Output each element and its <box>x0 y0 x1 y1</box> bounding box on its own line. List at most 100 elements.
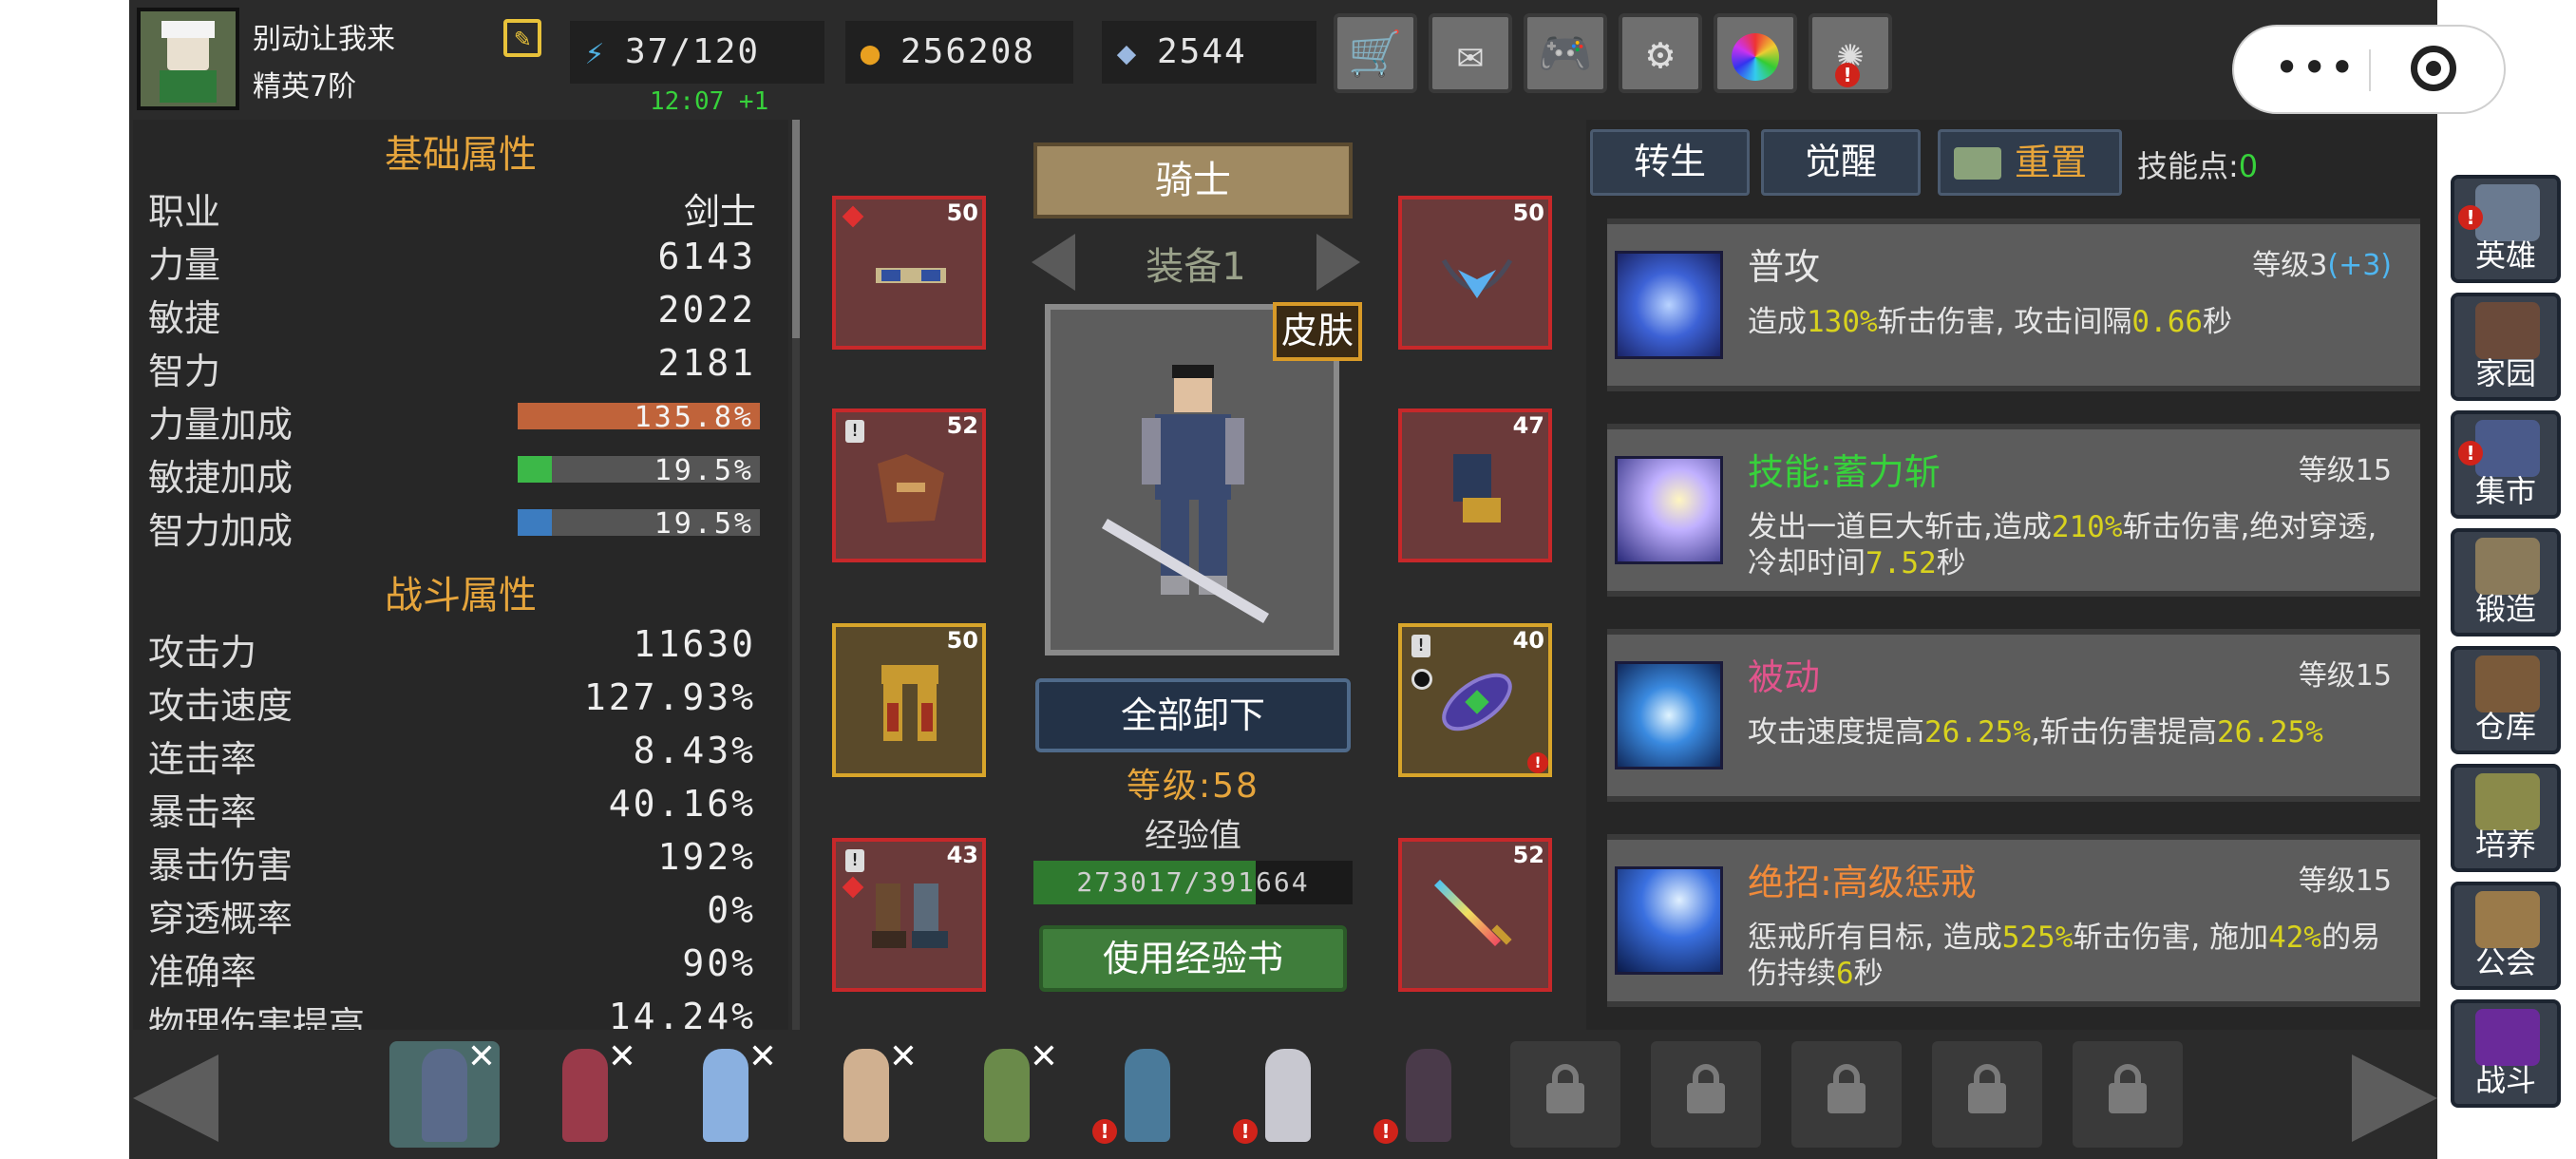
energy-counter[interactable]: ⚡ 37/120 <box>570 21 824 84</box>
remove-hero-icon[interactable]: ✕ <box>748 1037 777 1076</box>
equip-slot-ring[interactable]: ! 40 ! <box>1398 623 1552 777</box>
equip-slot-weapon[interactable]: 52 <box>1398 838 1552 992</box>
gamepad-button[interactable]: 🎮 <box>1524 13 1607 93</box>
hero-next-page-arrow-icon[interactable] <box>2352 1054 2437 1142</box>
close-target-icon[interactable] <box>2411 46 2456 91</box>
bonus-value: 19.5% <box>653 454 754 487</box>
equip-slot-pants[interactable]: 50 <box>832 623 986 777</box>
socket-icon <box>1411 669 1432 690</box>
equip-slot-helmet[interactable]: 50 <box>832 196 986 350</box>
stat-label: 穿透概率 <box>148 898 294 940</box>
skill-desc-highlight: 42% <box>2268 921 2322 955</box>
edit-name-icon[interactable]: ✎ <box>503 19 541 57</box>
events-button[interactable]: ✺ ! <box>1809 13 1892 93</box>
stat-label: 力量 <box>148 244 221 286</box>
remove-hero-icon[interactable]: ✕ <box>1030 1037 1058 1076</box>
mail-button[interactable]: ✉ <box>1429 13 1512 93</box>
skill-desc-highlight: 525% <box>2001 921 2074 955</box>
scrollbar-thumb[interactable] <box>792 120 800 338</box>
skill-desc-text: ,斩击伤害提高 <box>2030 715 2217 750</box>
combat-stats-title: 战斗属性 <box>385 574 537 618</box>
sword-icon <box>1434 880 1512 946</box>
equip-slot-armor[interactable]: ! 52 <box>832 408 986 562</box>
avatar-body <box>160 70 217 103</box>
awaken-button[interactable]: 觉醒 <box>1761 129 1921 196</box>
stat-row: 暴击率 40.16% <box>148 783 756 834</box>
bonus-bar: 19.5% <box>518 454 760 487</box>
rarity-gem-icon <box>842 205 864 228</box>
hero-warrior-woman[interactable]: ✕ <box>811 1037 921 1148</box>
rebirth-button[interactable]: 转生 <box>1590 129 1750 196</box>
skill-card-ultimate[interactable]: 绝招:高级惩戒 等级15 惩戒所有目标, 造成525%斩击伤害, 施加42%的易… <box>1607 834 2420 1007</box>
unequip-all-button[interactable]: 全部卸下 <box>1035 678 1351 752</box>
exp-value: 273017/391664 <box>1076 866 1310 898</box>
skill-description: 攻击速度提高26.25%,斩击伤害提高26.25% <box>1748 714 2403 750</box>
skill-level: 等级3(+3) <box>2252 241 2392 283</box>
color-wheel-button[interactable] <box>1714 13 1797 93</box>
cart-icon: 🛒 <box>1348 28 1403 79</box>
remove-hero-icon[interactable]: ✕ <box>467 1037 496 1076</box>
color-wheel-icon <box>1732 32 1779 81</box>
golden-greaves-icon <box>881 665 938 741</box>
more-icon[interactable]: ••• <box>2274 46 2357 89</box>
locked-hero-slot[interactable] <box>2073 1041 2183 1148</box>
skill-card-basic-attack[interactable]: 普攻 等级3(+3) 造成130%斩击伤害, 攻击间隔0.66秒 <box>1607 218 2420 391</box>
stat-value: 6143 <box>657 236 756 277</box>
bonus-bar-fill <box>518 509 552 536</box>
skin-button[interactable]: 皮肤 <box>1273 302 1362 361</box>
skill-card-passive[interactable]: 被动 等级15 攻击速度提高26.25%,斩击伤害提高26.25% <box>1607 629 2420 802</box>
locked-hero-slot[interactable] <box>1651 1041 1761 1148</box>
skill-desc-text: 发出一道巨大斩击,造成 <box>1748 510 2052 544</box>
hero-knight[interactable]: ✕ <box>389 1037 500 1148</box>
hero-mage[interactable]: ✕ <box>530 1037 640 1148</box>
equip-slot-necklace[interactable]: 50 <box>1398 196 1552 350</box>
side-menu-lion-crest[interactable]: 公会 <box>2451 882 2561 990</box>
remove-hero-icon[interactable]: ✕ <box>889 1037 918 1076</box>
skill-desc-text: 秒 <box>1936 546 1966 580</box>
side-menu-castle[interactable]: 家园 <box>2451 293 2561 401</box>
locked-hero-slot[interactable] <box>1932 1041 2042 1148</box>
gem-counter[interactable]: ◆ 2544 <box>1102 21 1316 84</box>
hero-gunner[interactable]: ! <box>1092 1041 1203 1148</box>
side-menu-portal[interactable]: 战斗 <box>2451 999 2561 1108</box>
side-menu-helmet[interactable]: 英雄! <box>2451 175 2561 283</box>
gold-counter[interactable]: ● 256208 <box>845 21 1073 84</box>
hero-dark-knight[interactable]: ! <box>1373 1041 1484 1148</box>
side-menu-chalice[interactable]: 培养 <box>2451 764 2561 872</box>
stats-scrollbar[interactable] <box>792 120 800 1030</box>
stat-row: 穿透概率 0% <box>148 889 756 940</box>
skill-level-value: 等级15 <box>2298 864 2392 898</box>
locked-hero-slot[interactable] <box>1510 1041 1620 1148</box>
stat-row: 连击率 8.43% <box>148 730 756 781</box>
skill-card-charged-slash[interactable]: 技能:蓄力斩 等级15 发出一道巨大斩击,造成210%斩击伤害,绝对穿透, 冷却… <box>1607 424 2420 597</box>
side-menu-market[interactable]: 集市! <box>2451 410 2561 519</box>
item-level: 50 <box>1512 200 1544 226</box>
hero-ice-sorceress[interactable]: ✕ <box>671 1037 781 1148</box>
side-menu-label: 锻造 <box>2474 591 2536 627</box>
equip-slot-boots[interactable]: ! 43 <box>832 838 986 992</box>
side-menu-anvil[interactable]: 锻造 <box>2451 528 2561 636</box>
remove-hero-icon[interactable]: ✕ <box>608 1037 636 1076</box>
exp-label: 经验值 <box>1145 817 1241 855</box>
locked-hero-slot[interactable] <box>1791 1041 1902 1148</box>
use-exp-book-button[interactable]: 使用经验书 <box>1039 925 1347 992</box>
class-banner: 骑士 <box>1033 142 1353 218</box>
info-tag-icon: ! <box>845 849 864 872</box>
skill-desc-highlight: 130% <box>1807 305 1878 339</box>
stat-label: 暴击率 <box>148 791 257 833</box>
player-avatar[interactable] <box>137 8 239 110</box>
energy-value: 37/120 <box>625 32 761 71</box>
gem-value: 2544 <box>1157 32 1247 71</box>
hero-ranger[interactable]: ✕ <box>952 1037 1062 1148</box>
gunner-sprite-icon <box>1125 1049 1170 1142</box>
stat-value: 40.16% <box>608 783 756 825</box>
alert-badge: ! <box>2458 441 2483 466</box>
shop-button[interactable]: 🛒 <box>1334 13 1417 93</box>
next-set-arrow-icon[interactable] <box>1316 234 1360 291</box>
hero-prev-page-arrow-icon[interactable] <box>133 1054 218 1142</box>
reset-button[interactable]: 重置 <box>1938 129 2122 196</box>
settings-button[interactable]: ⚙ <box>1619 13 1702 93</box>
side-menu-chest[interactable]: 仓库 <box>2451 646 2561 754</box>
hero-priestess[interactable]: ! <box>1233 1041 1343 1148</box>
equip-slot-gloves[interactable]: 47 <box>1398 408 1552 562</box>
